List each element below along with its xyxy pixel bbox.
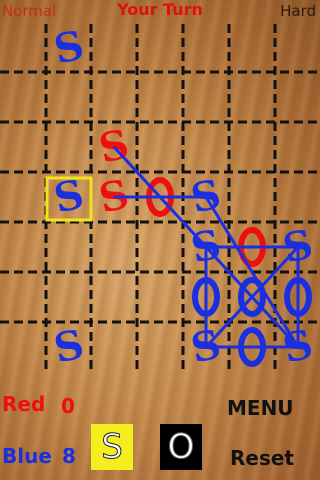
- red-score: 0: [61, 394, 75, 418]
- menu-button[interactable]: MENU: [227, 396, 294, 420]
- blue-player-label: Blue: [2, 444, 52, 468]
- letter-s-label: S: [101, 427, 124, 468]
- blue-score: 8: [62, 444, 76, 468]
- piece-s: S: [50, 321, 88, 373]
- piece-s: S: [50, 22, 88, 74]
- piece-s: S: [95, 121, 133, 173]
- red-player-label: Red: [2, 392, 46, 416]
- letter-s-button[interactable]: S: [91, 424, 133, 470]
- game-board[interactable]: SSSSSSSSSS: [0, 0, 320, 400]
- reset-button[interactable]: Reset: [230, 446, 294, 470]
- letter-o-button[interactable]: O: [160, 424, 202, 470]
- letter-o-label: O: [167, 427, 195, 468]
